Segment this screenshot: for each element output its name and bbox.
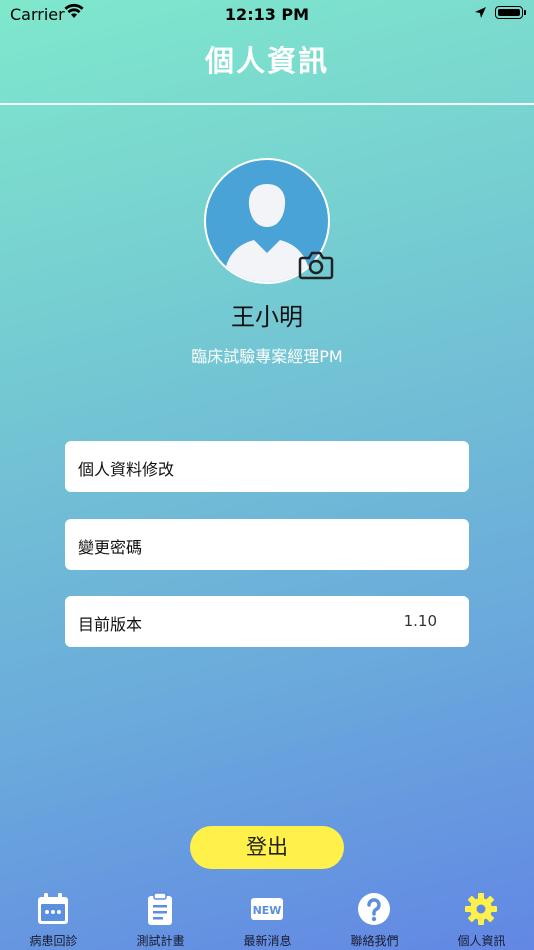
battery-icon	[495, 6, 526, 19]
tab-label: 個人資訊	[457, 934, 506, 948]
version-value: 1.10	[403, 612, 437, 630]
new-badge-icon: NEW	[251, 898, 283, 920]
location-arrow-icon	[475, 7, 486, 18]
tab-personal-info[interactable]: 個人資訊	[428, 888, 534, 950]
tab-bar: 病患回診 測試計畫 NEW 最新消息 聯絡我們 個人資訊	[0, 888, 534, 950]
edit-profile-button[interactable]: 個人資料修改	[65, 441, 469, 492]
tab-label: 測試計畫	[136, 934, 185, 948]
tab-label: 聯絡我們	[350, 934, 399, 948]
camera-icon[interactable]	[298, 249, 334, 281]
clock: 12:13 PM	[224, 5, 310, 24]
change-password-label: 變更密碼	[78, 538, 143, 557]
version-label: 目前版本	[78, 615, 143, 634]
tab-label: 最新消息	[243, 934, 292, 948]
change-password-button[interactable]: 變更密碼	[65, 519, 469, 570]
page-title: 個人資訊	[204, 44, 329, 78]
edit-profile-label: 個人資料修改	[78, 460, 175, 479]
user-name: 王小明	[231, 303, 303, 331]
svg-text:NEW: NEW	[253, 904, 282, 917]
tab-patient-visits[interactable]: 病患回診	[0, 888, 107, 950]
version-row: 目前版本 1.10	[65, 596, 469, 647]
tab-test-plan[interactable]: 測試計畫	[107, 888, 214, 950]
calendar-icon	[38, 893, 68, 924]
gear-icon	[465, 893, 497, 925]
tab-label: 病患回診	[29, 934, 78, 948]
help-icon	[358, 893, 390, 925]
tab-contact-us[interactable]: 聯絡我們	[321, 888, 428, 950]
tab-latest-news[interactable]: NEW 最新消息	[214, 888, 321, 950]
logout-button[interactable]: 登出	[190, 826, 344, 869]
user-job-title: 臨床試驗專案經理PM	[191, 347, 343, 366]
header-divider	[0, 103, 534, 105]
clipboard-icon	[148, 892, 172, 925]
status-bar: Carrier 12:13 PM	[0, 0, 534, 28]
